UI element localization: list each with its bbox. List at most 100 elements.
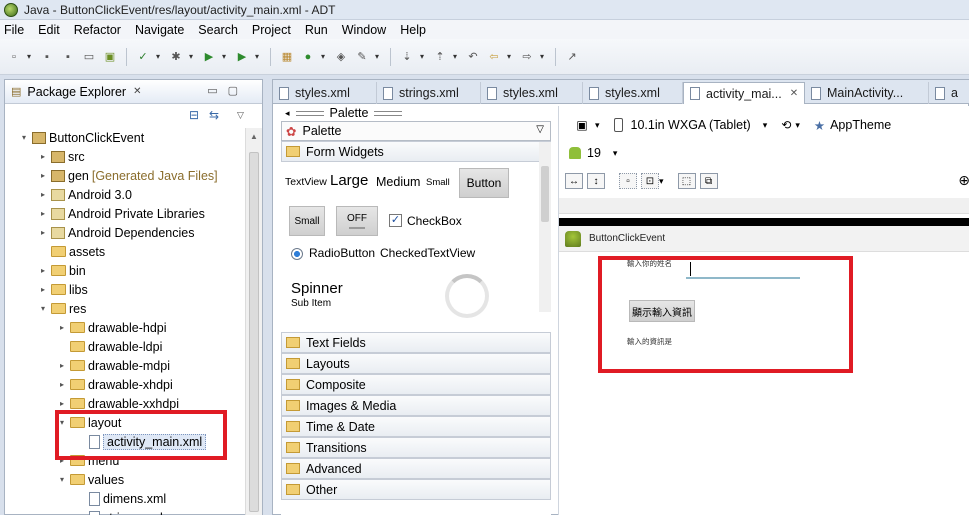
menu-help[interactable]: Help bbox=[400, 23, 426, 37]
chevron-down-icon[interactable]: ▾ bbox=[453, 52, 460, 61]
new-class-icon[interactable]: ● bbox=[300, 49, 316, 65]
tree-item[interactable]: ▾ values bbox=[5, 470, 240, 489]
expanded-arrow-icon[interactable]: ▾ bbox=[19, 133, 29, 142]
chevron-down-icon[interactable]: ▾ bbox=[795, 120, 800, 131]
menu-edit[interactable]: Edit bbox=[38, 23, 60, 37]
chevron-down-icon[interactable]: ▾ bbox=[420, 52, 427, 61]
view-controls[interactable]: ▭▢ bbox=[207, 84, 248, 97]
close-icon[interactable]: ✕ bbox=[790, 88, 798, 99]
widget-checkedtextview[interactable]: CheckedTextView bbox=[380, 246, 475, 260]
back-icon[interactable]: ⇦ bbox=[486, 49, 502, 65]
widget-textview[interactable]: TextView bbox=[285, 176, 327, 188]
widget-large-text[interactable]: Large bbox=[330, 172, 368, 189]
widget-spinner[interactable]: Spinner bbox=[291, 280, 343, 297]
scroll-up-icon[interactable]: ▲ bbox=[250, 132, 258, 141]
tree-item[interactable]: ▸ gen [Generated Java Files] bbox=[5, 166, 240, 185]
widget-checkbox[interactable]: CheckBox bbox=[407, 214, 462, 228]
collapsed-arrow-icon[interactable]: ▸ bbox=[38, 190, 48, 199]
tree-item[interactable]: ▸ drawable-xhdpi bbox=[5, 375, 240, 394]
grip-icon[interactable] bbox=[295, 110, 324, 116]
checkmark-icon[interactable]: ✓ bbox=[135, 49, 151, 65]
tab-more[interactable]: a bbox=[929, 82, 969, 104]
prev-annotation-icon[interactable]: ⇡ bbox=[432, 49, 448, 65]
collapsed-arrow-icon[interactable]: ▸ bbox=[38, 152, 48, 161]
resize-icon[interactable]: ⧉ bbox=[699, 173, 718, 189]
chevron-down-icon[interactable]: ▾ bbox=[156, 52, 163, 61]
palette-category[interactable]: Time & Date bbox=[281, 416, 551, 437]
palette-category[interactable]: Images & Media bbox=[281, 395, 551, 416]
chevron-down-icon[interactable]: ▾ bbox=[321, 52, 328, 61]
open-type-icon[interactable]: ◈ bbox=[333, 49, 349, 65]
save-all-icon[interactable]: ▪ bbox=[60, 49, 76, 65]
select-center-icon[interactable]: ⊡ bbox=[641, 173, 659, 189]
radio-icon[interactable] bbox=[291, 248, 303, 260]
tree-item[interactable]: ▸ Android Private Libraries bbox=[5, 204, 240, 223]
config-chooser-icon[interactable]: ▣ bbox=[573, 117, 591, 133]
pin-editor-icon[interactable]: ↗ bbox=[564, 49, 580, 65]
menu-project[interactable]: Project bbox=[252, 23, 291, 37]
grip-icon[interactable] bbox=[374, 110, 403, 116]
collapse-left-icon[interactable]: ◂ bbox=[285, 108, 290, 119]
chevron-down-icon[interactable]: ▾ bbox=[507, 52, 514, 61]
collapsed-arrow-icon[interactable]: ▸ bbox=[38, 285, 48, 294]
palette-category[interactable]: Transitions bbox=[281, 437, 551, 458]
fill-width-icon[interactable]: ↔ bbox=[565, 173, 583, 189]
expanded-arrow-icon[interactable]: ▾ bbox=[38, 304, 48, 313]
tree-item[interactable]: ▸ drawable-mdpi bbox=[5, 356, 240, 375]
widget-radiobutton[interactable]: RadioButton bbox=[309, 246, 375, 260]
chevron-down-icon[interactable]: ▾ bbox=[189, 52, 196, 61]
new-icon[interactable]: ▫ bbox=[6, 49, 22, 65]
tree-item[interactable]: ▸ libs bbox=[5, 280, 240, 299]
menu-search[interactable]: Search bbox=[198, 23, 238, 37]
open-task-icon[interactable]: ✎ bbox=[354, 49, 370, 65]
palette-scrollbar[interactable] bbox=[539, 142, 551, 312]
collapsed-arrow-icon[interactable]: ▸ bbox=[57, 380, 67, 389]
widget-small-button[interactable]: Small bbox=[289, 206, 325, 236]
tree-item[interactable]: dimens.xml bbox=[5, 489, 240, 508]
tab-styles-xml-3[interactable]: styles.xml bbox=[583, 82, 683, 104]
chevron-down-icon[interactable]: ▽ bbox=[536, 124, 544, 135]
collapsed-arrow-icon[interactable]: ▸ bbox=[57, 323, 67, 332]
maximize-icon[interactable]: ▢ bbox=[228, 85, 248, 97]
chevron-down-icon[interactable]: ▾ bbox=[595, 120, 600, 131]
widget-medium-text[interactable]: Medium bbox=[376, 175, 420, 189]
theme-selector[interactable]: AppTheme bbox=[830, 118, 891, 132]
canvas-hscrollbar[interactable] bbox=[559, 198, 969, 214]
next-annotation-icon[interactable]: ⇣ bbox=[399, 49, 415, 65]
chevron-down-icon[interactable]: ▾ bbox=[27, 52, 34, 61]
menu-file[interactable]: File bbox=[4, 23, 24, 37]
widget-progressbar[interactable] bbox=[445, 274, 489, 318]
tab-activity-main[interactable]: activity_mai... ✕ bbox=[683, 82, 805, 104]
last-edit-icon[interactable]: ↶ bbox=[465, 49, 481, 65]
external-tools-icon[interactable]: ▶ bbox=[234, 49, 250, 65]
collapsed-arrow-icon[interactable]: ▸ bbox=[38, 171, 48, 180]
fill-height-icon[interactable]: ↕ bbox=[587, 173, 605, 189]
forward-icon[interactable]: ⇨ bbox=[519, 49, 535, 65]
scrollbar-thumb[interactable] bbox=[249, 152, 259, 512]
tab-styles-xml-1[interactable]: styles.xml bbox=[273, 82, 377, 104]
collapse-all-icon[interactable]: ⊟ bbox=[189, 108, 199, 122]
chevron-down-icon[interactable]: ▾ bbox=[613, 148, 618, 159]
print-icon[interactable]: ▭ bbox=[81, 49, 97, 65]
orientation-icon[interactable]: ⟲ bbox=[781, 118, 791, 132]
widget-togglebutton[interactable]: OFF bbox=[336, 206, 378, 236]
view-menu-icon[interactable]: ▽ bbox=[237, 110, 244, 121]
tree-item[interactable]: ▾ res bbox=[5, 299, 240, 318]
collapsed-arrow-icon[interactable]: ▸ bbox=[57, 361, 67, 370]
tree-item[interactable]: strings.xml bbox=[5, 508, 240, 515]
chevron-down-icon[interactable]: ▾ bbox=[222, 52, 229, 61]
run-icon[interactable]: ▶ bbox=[201, 49, 217, 65]
checkbox-icon[interactable]: ✓ bbox=[389, 214, 402, 227]
widget-sub-item[interactable]: Sub Item bbox=[291, 298, 331, 309]
android-sdk-icon[interactable]: ▣ bbox=[102, 49, 118, 65]
tree-item[interactable]: assets bbox=[5, 242, 240, 261]
tree-item[interactable]: ▸ drawable-hdpi bbox=[5, 318, 240, 337]
minimize-icon[interactable]: ▭ bbox=[207, 85, 227, 97]
widget-small-text[interactable]: Small bbox=[426, 177, 450, 188]
palette-category[interactable]: Advanced bbox=[281, 458, 551, 479]
menu-refactor[interactable]: Refactor bbox=[74, 23, 121, 37]
collapsed-arrow-icon[interactable]: ▸ bbox=[38, 209, 48, 218]
chevron-down-icon[interactable]: ▾ bbox=[659, 176, 664, 187]
menu-window[interactable]: Window bbox=[342, 23, 386, 37]
chevron-down-icon[interactable]: ▾ bbox=[375, 52, 382, 61]
